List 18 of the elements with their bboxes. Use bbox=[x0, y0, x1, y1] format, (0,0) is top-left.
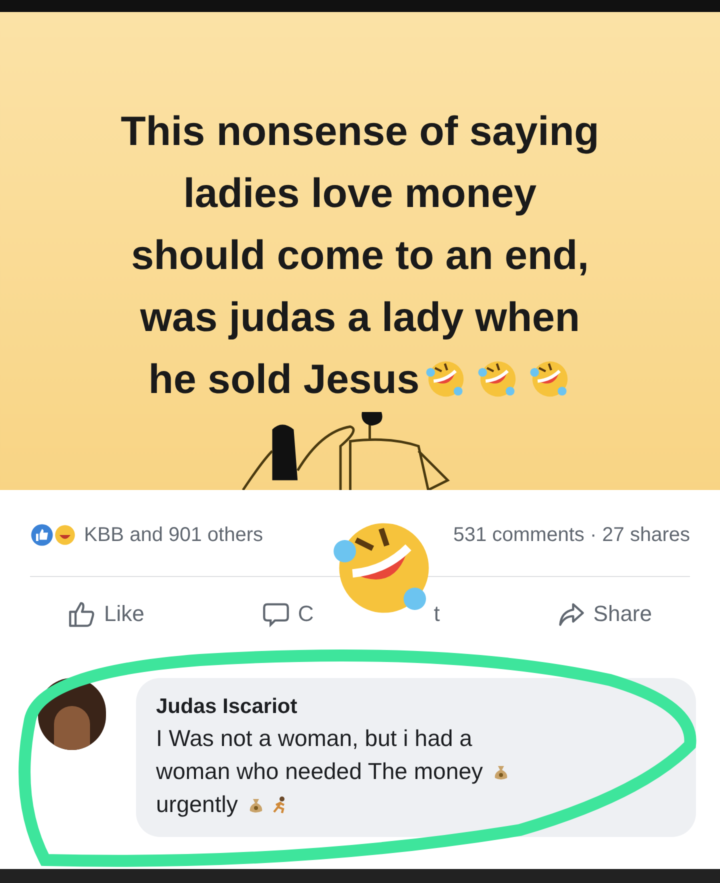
reaction-summary[interactable]: KBB and 901 others bbox=[84, 520, 264, 550]
like-button[interactable]: Like bbox=[68, 597, 144, 630]
headline-line: he sold Jesus bbox=[148, 355, 420, 404]
comment-share-counts[interactable]: 531 comments · 27 shares bbox=[453, 520, 690, 550]
comment-label-start[interactable]: C bbox=[298, 597, 314, 630]
headline-line: This nonsense of saying bbox=[120, 107, 600, 156]
comment-text-line: I Was not a woman, but i had a bbox=[156, 724, 472, 753]
comment-author[interactable]: Judas Iscariot bbox=[156, 692, 676, 722]
comment-text-line: urgently bbox=[156, 790, 238, 819]
share-button[interactable]: Share bbox=[557, 597, 652, 630]
like-reaction-icon bbox=[30, 523, 54, 547]
thumbs-up-icon bbox=[68, 600, 96, 628]
headline-line: should come to an end, bbox=[131, 231, 589, 280]
comment-text-line: woman who needed The money bbox=[156, 757, 483, 786]
headline-line: was judas a lady when bbox=[140, 293, 580, 342]
headline-line: ladies love money bbox=[183, 169, 537, 218]
haha-reaction-icon bbox=[54, 524, 76, 546]
comment-label-end[interactable]: t bbox=[434, 597, 440, 630]
